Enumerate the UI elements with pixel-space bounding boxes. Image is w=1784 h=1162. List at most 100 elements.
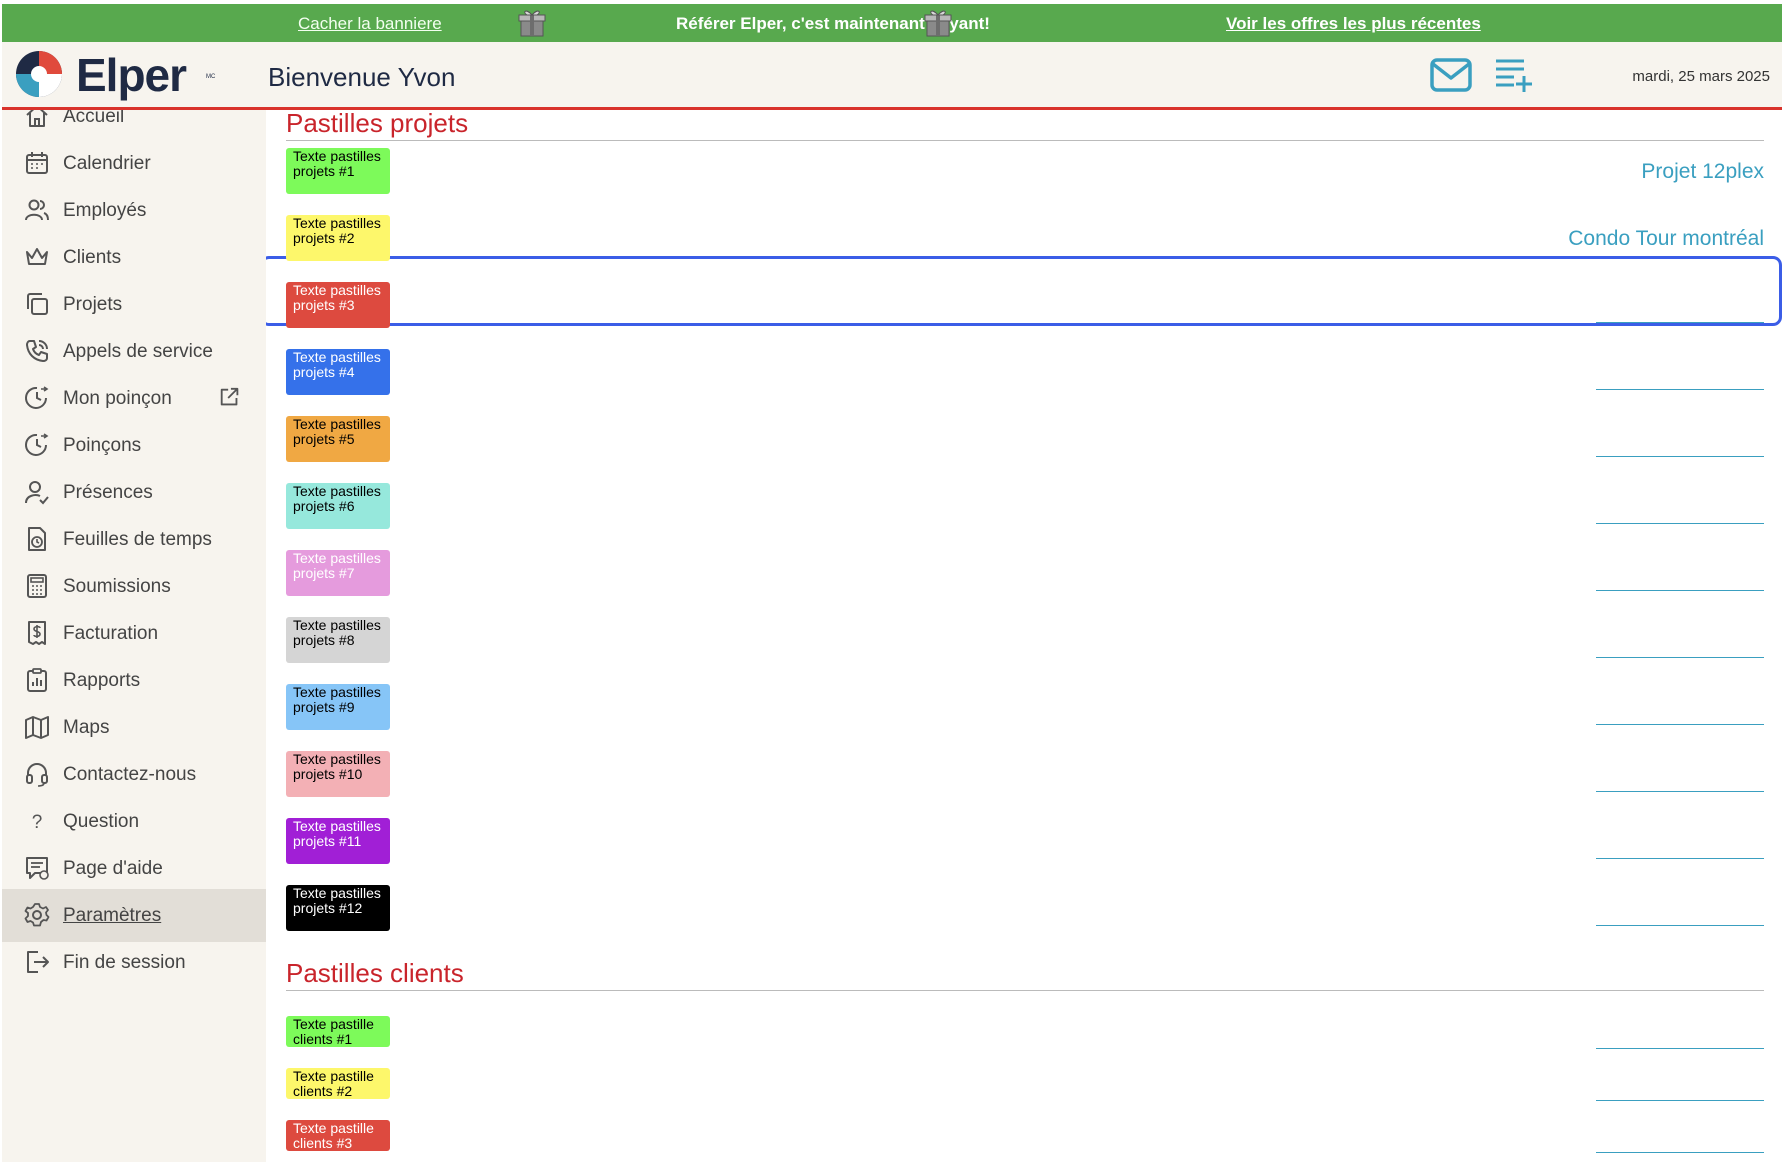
projects-section-title: Pastilles projets — [286, 110, 469, 138]
sidebar-item-label: Rapports — [63, 669, 141, 691]
project-pill-row[interactable]: Texte pastilles projets #10 — [286, 751, 1764, 799]
sidebar-item-label: Projets — [63, 293, 123, 315]
project-pill-row[interactable]: Texte pastilles projets #3 — [286, 282, 1764, 330]
project-pill[interactable]: Texte pastilles projets #1 — [286, 148, 390, 194]
external-link-icon[interactable] — [218, 386, 242, 410]
sidebar-item-contactez-nous[interactable]: Contactez-nous — [2, 748, 266, 801]
project-pill[interactable]: Texte pastilles projets #2 — [286, 215, 390, 261]
copy-icon — [27, 293, 48, 315]
sidebar-item-question[interactable]: ? Question — [2, 795, 266, 848]
sidebar-item-presences[interactable]: Présences — [2, 466, 266, 519]
project-pill-row[interactable]: Texte pastilles projets #11 — [286, 818, 1764, 866]
calculator-icon — [27, 574, 47, 598]
sidebar-item-clients[interactable]: Clients — [2, 231, 266, 284]
sidebar-item-page-d-aide[interactable]: Page d'aide — [2, 842, 266, 895]
project-pill-row[interactable]: Texte pastilles projets #4 — [286, 349, 1764, 397]
project-pill-row[interactable]: Texte pastilles projets #8 — [286, 617, 1764, 665]
project-select-line[interactable] — [1596, 389, 1764, 390]
latest-offers-link[interactable]: Voir les offres les plus récentes — [1226, 14, 1481, 34]
client-pill[interactable]: Texte pastille clients #2 — [286, 1068, 390, 1099]
app-frame: Cacher la banniere Référer Elper, c'est … — [2, 4, 1782, 1162]
sidebar-item-feuilles-de-temps[interactable]: Feuilles de temps — [2, 513, 266, 566]
client-pill-row[interactable]: Texte pastille clients #1 — [286, 1016, 1764, 1050]
project-pill[interactable]: Texte pastilles projets #4 — [286, 349, 390, 395]
sidebar-item-label: Poinçons — [63, 434, 142, 456]
gift-icon — [924, 10, 952, 37]
sidebar-item-mon-poincon[interactable]: Mon poinçon — [2, 372, 266, 425]
user-check-icon — [25, 481, 49, 505]
sidebar-item-label: Soumissions — [63, 575, 171, 597]
project-select-line[interactable] — [1596, 523, 1764, 524]
project-pill-row[interactable]: Texte pastilles projets #1 Projet 12plex — [286, 148, 1764, 196]
hide-banner-link[interactable]: Cacher la banniere — [298, 14, 442, 34]
sidebar-item-label: Fin de session — [63, 951, 186, 973]
project-pill[interactable]: Texte pastilles projets #3 — [286, 282, 390, 328]
client-pill-row[interactable]: Texte pastille clients #3 — [286, 1120, 1764, 1154]
sidebar-item-poincons[interactable]: Poinçons — [2, 419, 266, 472]
client-select-line[interactable] — [1596, 1152, 1764, 1153]
invoice-icon — [28, 621, 46, 645]
home-icon — [26, 110, 48, 127]
sidebar-item-parametres[interactable]: Paramètres — [2, 889, 266, 942]
project-pill[interactable]: Texte pastilles projets #7 — [286, 550, 390, 596]
elper-logo-icon[interactable] — [14, 49, 64, 99]
project-pill[interactable]: Texte pastilles projets #11 — [286, 818, 390, 864]
map-icon — [25, 716, 49, 739]
sidebar-item-label: Appels de service — [63, 340, 213, 362]
project-pill[interactable]: Texte pastilles projets #12 — [286, 885, 390, 931]
project-pill-row[interactable]: Texte pastilles projets #9 — [286, 684, 1764, 732]
client-pill[interactable]: Texte pastille clients #3 — [286, 1120, 390, 1151]
sidebar-item-employes[interactable]: Employés — [2, 184, 266, 237]
sidebar-item-maps[interactable]: Maps — [2, 701, 266, 754]
project-pill-row[interactable]: Texte pastilles projets #12 — [286, 885, 1764, 933]
clock-icon — [25, 433, 49, 456]
sidebar-item-label: Paramètres — [63, 904, 162, 926]
sidebar-item-label: Page d'aide — [63, 857, 163, 879]
sidebar-item-fin-de-session[interactable]: Fin de session — [2, 936, 266, 989]
logo-trademark: MC — [206, 74, 216, 80]
sidebar-item-rapports[interactable]: Rapports — [2, 654, 266, 707]
project-link[interactable]: Projet 12plex — [1641, 160, 1764, 184]
project-pill[interactable]: Texte pastilles projets #9 — [286, 684, 390, 730]
project-pill[interactable]: Texte pastilles projets #10 — [286, 751, 390, 797]
project-link[interactable]: Condo Tour montréal — [1568, 227, 1764, 251]
project-select-line[interactable] — [1596, 590, 1764, 591]
clients-section-title: Pastilles clients — [286, 958, 464, 988]
client-select-line[interactable] — [1596, 1048, 1764, 1049]
project-select-line[interactable] — [1596, 456, 1764, 457]
headset-icon — [26, 763, 48, 787]
project-pill[interactable]: Texte pastilles projets #8 — [286, 617, 390, 663]
question-icon: ? — [32, 812, 43, 833]
sidebar-item-appels-de-service[interactable]: Appels de service — [2, 325, 266, 378]
project-pill-row[interactable]: Texte pastilles projets #5 — [286, 416, 1764, 464]
gift-icon — [518, 10, 546, 37]
project-select-line[interactable] — [1596, 925, 1764, 926]
project-pill-row[interactable]: Texte pastilles projets #6 — [286, 483, 1764, 531]
timesheet-icon — [28, 527, 46, 551]
logo-text: Elper — [76, 49, 187, 101]
users-icon — [25, 199, 49, 221]
promo-banner: Cacher la banniere Référer Elper, c'est … — [2, 4, 1782, 42]
add-list-icon[interactable] — [1494, 56, 1534, 94]
project-pill[interactable]: Texte pastilles projets #6 — [286, 483, 390, 529]
project-select-line[interactable] — [1596, 858, 1764, 859]
sidebar-item-calendrier[interactable]: Calendrier — [2, 137, 266, 190]
project-select-line[interactable] — [1596, 322, 1764, 323]
section-divider — [286, 140, 1764, 141]
sidebar-item-soumissions[interactable]: Soumissions — [2, 560, 266, 613]
project-pill-row[interactable]: Texte pastilles projets #7 — [286, 550, 1764, 598]
logout-icon — [27, 951, 49, 973]
mail-icon[interactable] — [1430, 58, 1472, 92]
sidebar-item-projets[interactable]: Projets — [2, 278, 266, 331]
client-select-line[interactable] — [1596, 1100, 1764, 1101]
project-select-line[interactable] — [1596, 791, 1764, 792]
project-pill[interactable]: Texte pastilles projets #5 — [286, 416, 390, 462]
sidebar-item-label: Présences — [63, 481, 153, 503]
client-pill-row[interactable]: Texte pastille clients #2 — [286, 1068, 1764, 1102]
help-chat-icon — [26, 857, 49, 880]
client-pill[interactable]: Texte pastille clients #1 — [286, 1016, 390, 1047]
sidebar-item-facturation[interactable]: Facturation — [2, 607, 266, 660]
project-pill-row[interactable]: Texte pastilles projets #2 Condo Tour mon… — [286, 215, 1764, 263]
project-select-line[interactable] — [1596, 724, 1764, 725]
project-select-line[interactable] — [1596, 657, 1764, 658]
